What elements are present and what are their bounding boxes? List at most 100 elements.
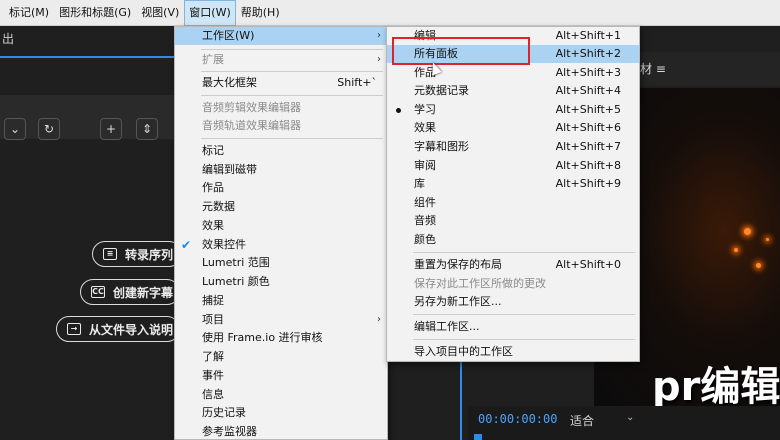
menu-item-shortcut: Alt+Shift+7 [555,140,621,153]
menu-item-label: 捕捉 [202,294,224,307]
menu-item-lumetri-color[interactable]: Lumetri 颜色 [175,273,387,291]
selected-dot-icon [396,108,401,113]
menu-item-shortcut: Alt+Shift+0 [555,258,621,271]
menu-item-label: 效果控件 [202,238,246,251]
workspace-item-save-changes: 保存对此工作区所做的更改 [387,275,639,293]
create-captions-label: 创建新字幕 [113,285,174,300]
menu-item-events[interactable]: 事件 [175,367,387,385]
workspace-item-reset-layout[interactable]: 重置为保存的布局 Alt+Shift+0 [387,256,639,274]
playhead[interactable] [474,434,482,440]
menu-item-label: 使用 Frame.io 进行审核 [202,331,323,344]
menu-item-label: 字幕和图形 [414,140,469,153]
window-menu: 工作区(W) › 扩展 › 最大化框架 Shift+` 音频剪辑效果编辑器 音频… [174,26,388,440]
menu-item-label: 标记 [202,144,224,157]
program-monitor-header: 材 ≡ [640,52,780,86]
video-overlay-text: pr编辑 [652,364,780,410]
menu-item-label: 效果 [414,121,436,134]
add-icon[interactable]: + [100,118,122,140]
menu-marker[interactable]: 标记(M) [4,0,54,26]
menu-item-label: 导入项目中的工作区 [414,345,513,358]
menu-item-info[interactable]: 信息 [175,386,387,404]
menu-item-label: 参考监视器 [202,425,257,438]
menu-item-label: 信息 [202,388,224,401]
menu-bar: 标记(M) 图形和标题(G) 视图(V) 窗口(W) 帮助(H) [0,0,780,26]
menu-item-label: 学习 [414,103,436,116]
workspace-item-save-as-new[interactable]: 另存为新工作区... [387,293,639,311]
workspace-item-productions[interactable]: 作品 Alt+Shift+3 [387,64,639,82]
menu-item-audio-track-effect-editor: 音频轨道效果编辑器 [175,117,387,135]
menu-item-label: 工作区(W) [202,29,255,42]
menu-item-project[interactable]: 项目 › [175,311,387,329]
menu-item-extensions: 扩展 › [175,51,387,69]
menu-item-maximize-frame[interactable]: 最大化框架 Shift+` [175,74,387,92]
menu-item-shortcut: Alt+Shift+4 [555,84,621,97]
workspace-item-metadata-logging[interactable]: 元数据记录 Alt+Shift+4 [387,82,639,100]
menu-window[interactable]: 窗口(W) [184,0,236,26]
workspace-item-captions-graphics[interactable]: 字幕和图形 Alt+Shift+7 [387,138,639,156]
chevron-down-icon[interactable]: ⌄ [626,412,634,423]
menu-item-label: 审阅 [414,159,436,172]
workspace-item-libraries[interactable]: 库 Alt+Shift+9 [387,175,639,193]
menu-item-label: 效果 [202,219,224,232]
workspace-item-assembly[interactable]: 组件 [387,194,639,212]
panel-title: 出 [2,32,15,46]
workspace-item-audio[interactable]: 音频 [387,212,639,230]
transcript-icon: ≡ [103,248,117,260]
menu-item-effects[interactable]: 效果 [175,217,387,235]
workspace-item-learning[interactable]: 学习 Alt+Shift+5 [387,101,639,119]
menu-item-label: 音频 [414,214,436,227]
menu-item-label: Lumetri 范围 [202,256,270,269]
menu-item-capture[interactable]: 捕捉 [175,292,387,310]
separator [413,314,635,315]
chevron-down-icon[interactable]: ⌄ [4,118,26,140]
timecode[interactable]: 00:00:00:00 [478,412,557,426]
workspace-item-effects[interactable]: 效果 Alt+Shift+6 [387,119,639,137]
menu-item-metadata[interactable]: 元数据 [175,198,387,216]
menu-item-lumetri-scopes[interactable]: Lumetri 范围 [175,254,387,272]
menu-item-markers[interactable]: 标记 [175,142,387,160]
menu-graphics-titles[interactable]: 图形和标题(G) [54,0,136,26]
menu-item-label: 另存为新工作区... [414,295,502,308]
menu-item-label: 元数据记录 [414,84,469,97]
menu-item-label: 项目 [202,313,224,326]
menu-item-edit-to-tape[interactable]: 编辑到磁带 [175,161,387,179]
program-monitor-tab[interactable]: 材 ≡ [640,60,666,77]
menu-item-history[interactable]: 历史记录 [175,404,387,422]
workspace-item-import-from-project[interactable]: 导入项目中的工作区 [387,343,639,361]
menu-item-effect-controls[interactable]: ✔ 效果控件 [175,236,387,254]
menu-item-workspaces[interactable]: 工作区(W) › [175,27,387,45]
chevron-right-icon: › [377,54,381,65]
spark [744,228,751,235]
workspace-item-review[interactable]: 审阅 Alt+Shift+8 [387,157,639,175]
menu-item-reference-monitor[interactable]: 参考监视器 [175,423,387,440]
fit-dropdown[interactable]: 适合 [570,412,594,429]
spark [756,263,761,268]
refresh-icon[interactable]: ↻ [38,118,60,140]
import-captions-button[interactable]: → 从文件导入说明 [56,316,180,342]
menu-item-label: 了解 [202,350,224,363]
menu-view[interactable]: 视图(V) [136,0,184,26]
menu-item-label: 组件 [414,196,436,209]
checkmark-icon: ✔ [181,238,192,252]
chevron-right-icon: › [377,30,381,41]
menu-item-label: 扩展 [202,53,224,66]
workspace-item-edit-workspaces[interactable]: 编辑工作区... [387,318,639,336]
menu-item-frameio-review[interactable]: 使用 Frame.io 进行审核 [175,329,387,347]
captions-icon: CC [91,286,105,298]
menu-item-label: 保存对此工作区所做的更改 [414,277,546,290]
chevron-right-icon: › [377,314,381,325]
menu-item-label: 历史记录 [202,406,246,419]
menu-item-label: Lumetri 颜色 [202,275,270,288]
spark [766,238,769,241]
menu-item-learn[interactable]: 了解 [175,348,387,366]
sort-icon[interactable]: ⇕ [136,118,158,140]
workspace-item-color[interactable]: 颜色 [387,231,639,249]
menu-item-label: 元数据 [202,200,235,213]
menu-item-label: 音频剪辑效果编辑器 [202,101,301,114]
menu-item-productions[interactable]: 作品 [175,179,387,197]
menu-item-label: 事件 [202,369,224,382]
transcribe-sequence-button[interactable]: ≡ 转录序列 [92,241,182,267]
menu-help[interactable]: 帮助(H) [236,0,285,26]
menu-item-shortcut: Shift+` [337,76,377,89]
create-captions-button[interactable]: CC 创建新字幕 [80,279,180,305]
